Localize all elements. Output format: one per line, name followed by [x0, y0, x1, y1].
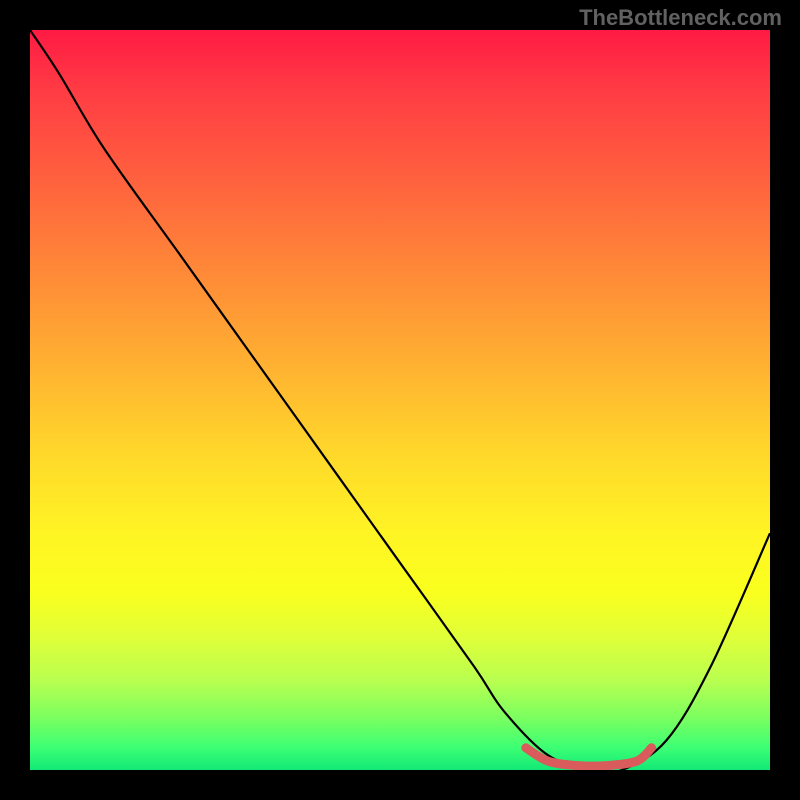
chart-frame — [0, 0, 800, 800]
optimal-range-path — [526, 748, 652, 766]
bottleneck-curve-path — [30, 30, 770, 770]
watermark-text: TheBottleneck.com — [579, 5, 782, 31]
curve-svg — [30, 30, 770, 770]
